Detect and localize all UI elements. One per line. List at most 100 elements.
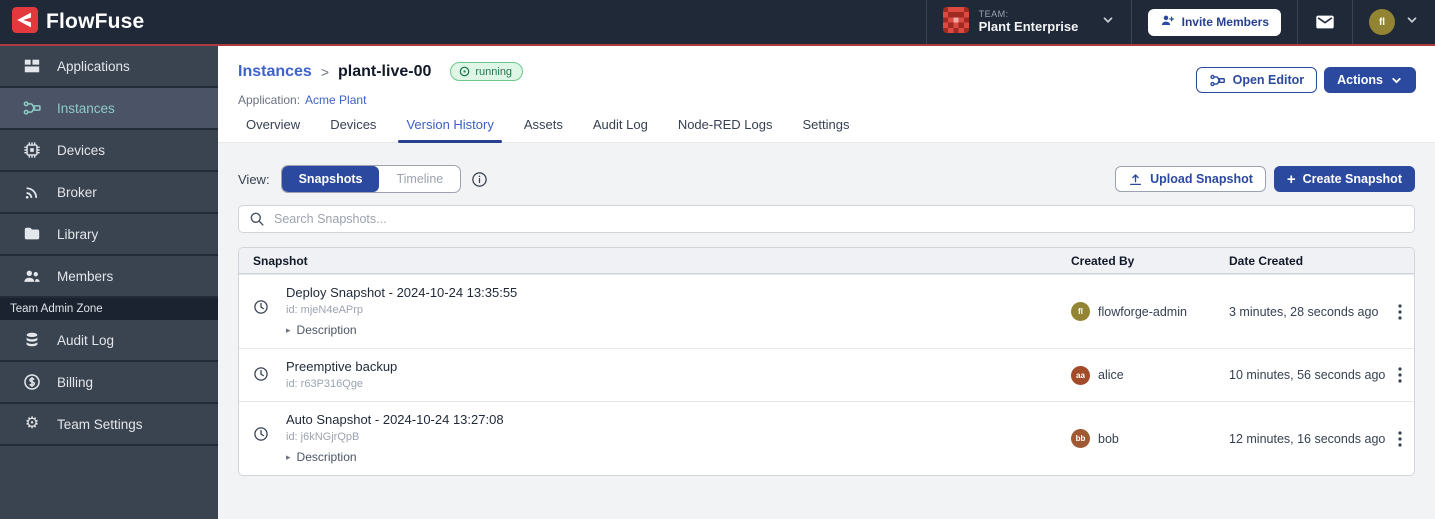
open-editor-button[interactable]: Open Editor [1196,67,1318,93]
sidebar-item-label: Devices [57,143,105,158]
team-selector[interactable]: TEAM: Plant Enterprise [926,0,1131,44]
description-label: Description [297,323,357,337]
flowfuse-app: FlowFuse [0,0,1435,519]
kebab-menu-icon[interactable] [1386,300,1414,324]
brand-name: FlowFuse [46,10,144,34]
snapshots-table: Snapshot Created By Date Created Deplo [238,247,1415,476]
breadcrumb-current: plant-live-00 [338,63,431,81]
info-icon[interactable] [471,171,488,188]
sidebar-item-broker[interactable]: Broker [0,172,218,214]
tab-devices[interactable]: Devices [328,117,378,143]
applications-icon [22,56,42,76]
tab-settings[interactable]: Settings [800,117,851,143]
description-toggle[interactable]: ▸ Description [286,450,504,464]
sidebar-item-label: Library [57,227,98,242]
user-plus-icon [1160,13,1175,31]
table-row: Auto Snapshot - 2024-10-24 13:27:08 id: … [239,401,1414,475]
sidebar-item-label: Audit Log [57,333,114,348]
invite-members-label: Invite Members [1182,15,1269,29]
tab-version-history[interactable]: Version History [404,117,495,143]
view-toggle: Snapshots Timeline [281,165,462,193]
tab-audit-log[interactable]: Audit Log [591,117,650,143]
invite-members-button[interactable]: Invite Members [1148,9,1281,36]
actions-label: Actions [1337,73,1383,87]
creator-name: bob [1098,432,1119,446]
caret-right-icon: ▸ [286,326,291,335]
creator-avatar: bb [1071,429,1090,448]
snapshot-title: Auto Snapshot - 2024-10-24 13:27:08 [286,412,504,427]
users-icon [22,266,42,286]
upload-snapshot-button[interactable]: Upload Snapshot [1115,166,1266,192]
create-snapshot-button[interactable]: + Create Snapshot [1274,166,1415,192]
sidebar-item-library[interactable]: Library [0,214,218,256]
date-created: 12 minutes, 16 seconds ago [1229,432,1386,446]
creator-avatar: fl [1071,302,1090,321]
instance-tabs: Overview Devices Version History Assets … [244,117,851,143]
sidebar-item-team-settings[interactable]: ⚙ Team Settings [0,404,218,446]
sidebar-filler [0,446,218,519]
view-toggle-timeline[interactable]: Timeline [379,166,460,192]
creator-avatar: aa [1071,366,1090,385]
clock-icon [253,299,269,320]
view-label: View: [238,172,270,187]
team-name: Plant Enterprise [979,20,1079,35]
search-bar [238,205,1415,233]
sidebar-item-label: Team Settings [57,417,143,432]
application-link[interactable]: Acme Plant [305,93,366,107]
sidebar-item-devices[interactable]: Devices [0,130,218,172]
database-icon [22,330,42,350]
description-label: Description [297,450,357,464]
user-avatar: fl [1369,9,1395,35]
date-created: 3 minutes, 28 seconds ago [1229,305,1386,319]
status-badge: running [450,62,523,81]
chevron-down-icon [1405,13,1419,32]
instance-header: Instances > plant-live-00 running Applic… [218,46,1435,143]
search-input[interactable] [274,212,1404,226]
kebab-menu-icon[interactable] [1386,427,1414,451]
tab-overview[interactable]: Overview [244,117,302,143]
main-area: Instances > plant-live-00 running Applic… [218,46,1435,519]
kebab-menu-icon[interactable] [1386,363,1414,387]
sidebar-item-instances[interactable]: Instances [0,88,218,130]
topbar: FlowFuse [0,0,1435,44]
flowfuse-logo[interactable]: FlowFuse [0,7,156,38]
snapshot-id: id: mjeN4eAPrp [286,304,517,316]
version-history-content: View: Snapshots Timeline Upload Sn [218,143,1435,519]
editor-flow-icon [1209,72,1226,89]
actions-button[interactable]: Actions [1324,67,1416,93]
table-row: Preemptive backup id: r63P316Qge aa alic… [239,348,1414,401]
column-date-created: Date Created [1229,254,1386,268]
sidebar-item-members[interactable]: Members [0,256,218,298]
breadcrumb-instances-link[interactable]: Instances [238,63,312,81]
invite-members-section: Invite Members [1131,0,1297,44]
chevron-down-icon [1390,74,1403,87]
sidebar-item-label: Applications [57,59,130,74]
open-editor-label: Open Editor [1233,73,1305,87]
mail-icon[interactable] [1314,11,1336,33]
snapshot-id: id: r63P316Qge [286,378,397,390]
tab-assets[interactable]: Assets [522,117,565,143]
chevron-down-icon [1101,13,1115,32]
table-row: Deploy Snapshot - 2024-10-24 13:35:55 id… [239,274,1414,348]
application-line: Application: Acme Plant [238,93,366,107]
user-menu[interactable]: fl [1352,0,1435,44]
view-toggle-snapshots[interactable]: Snapshots [282,166,380,192]
plus-icon: + [1287,172,1296,187]
application-label: Application: [238,93,300,107]
snapshot-title: Deploy Snapshot - 2024-10-24 13:35:55 [286,285,517,300]
upload-snapshot-label: Upload Snapshot [1150,172,1253,186]
sidebar-item-billing[interactable]: Billing [0,362,218,404]
sidebar-item-audit-log[interactable]: Audit Log [0,320,218,362]
tab-node-red-logs[interactable]: Node-RED Logs [676,117,775,143]
description-toggle[interactable]: ▸ Description [286,323,517,337]
caret-right-icon: ▸ [286,453,291,462]
upload-icon [1128,172,1143,187]
table-header: Snapshot Created By Date Created [239,248,1414,274]
chevron-right-icon: > [321,64,329,80]
chip-icon [22,140,42,160]
snapshot-title: Preemptive backup [286,359,397,374]
dollar-icon [22,372,42,392]
gear-icon: ⚙ [22,414,42,434]
sidebar-item-label: Instances [57,101,115,116]
sidebar-item-applications[interactable]: Applications [0,46,218,88]
